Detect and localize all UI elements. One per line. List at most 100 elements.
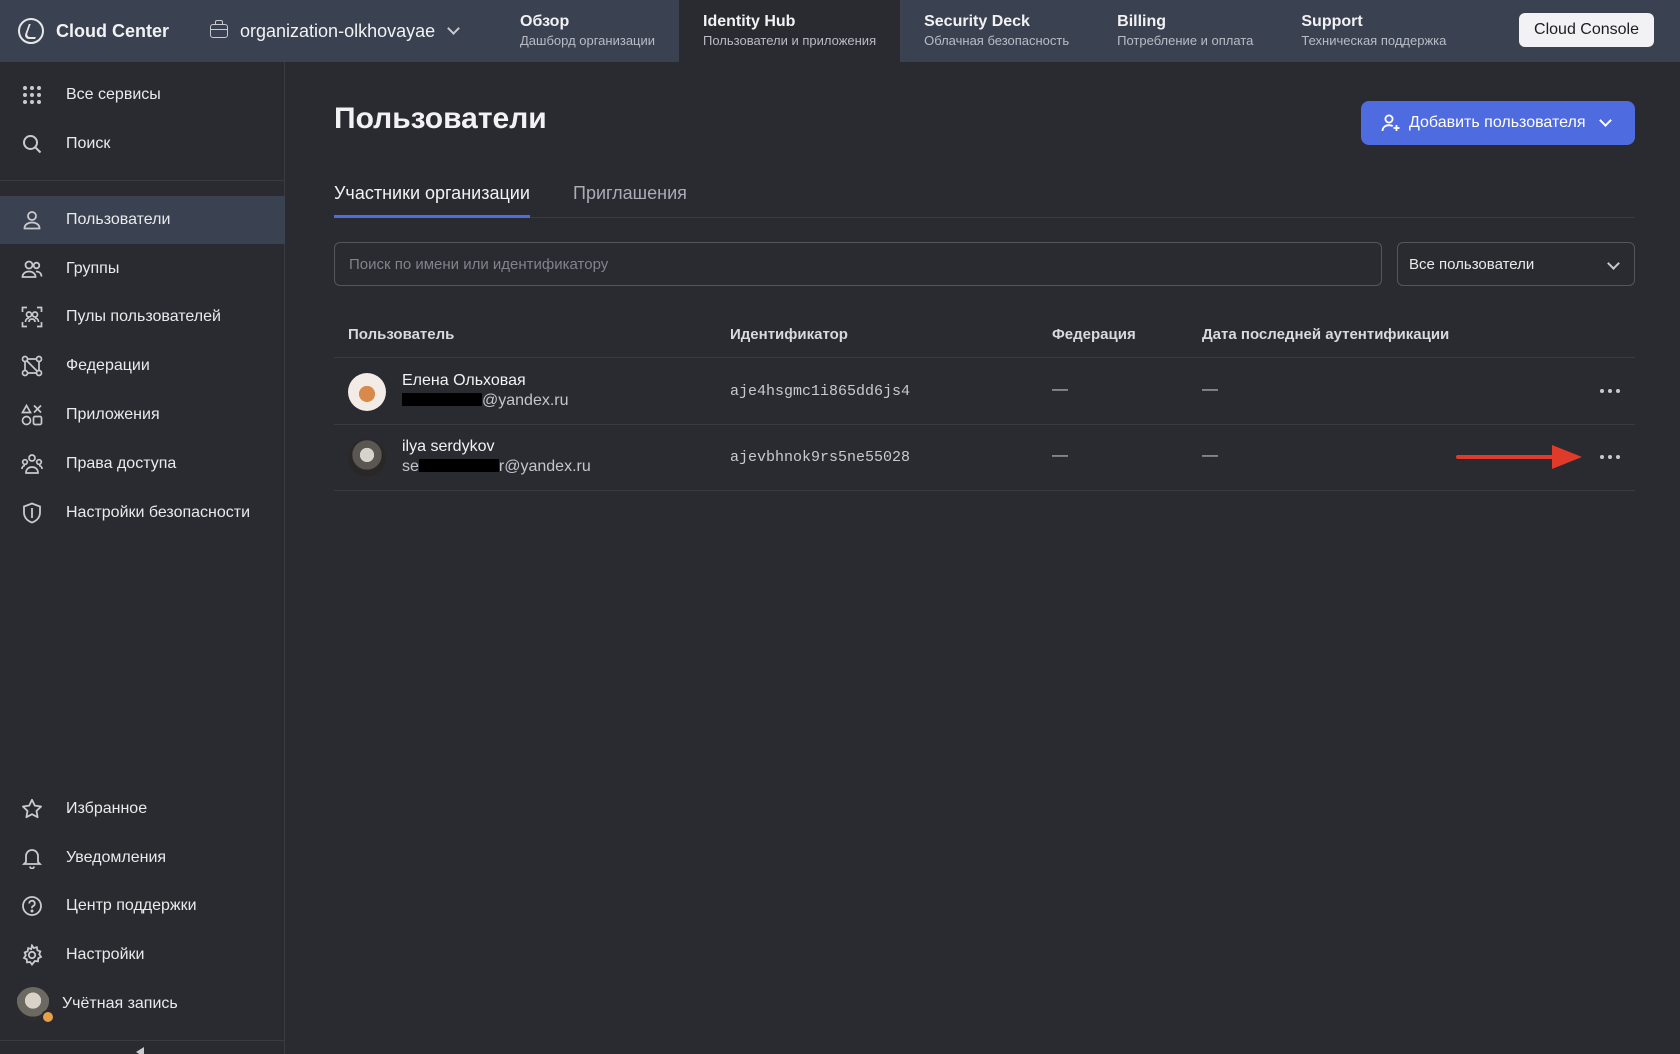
sidebar-item-label: Поиск [66, 135, 111, 152]
column-header-last-auth[interactable]: Дата последней аутентификации [1202, 326, 1449, 343]
column-header-federation[interactable]: Федерация [1052, 326, 1136, 343]
sidebar-item-label: Учётная запись [62, 995, 178, 1012]
cloud-console-button[interactable]: Cloud Console [1519, 13, 1654, 47]
table-row[interactable]: ilya serdykov se r@yandex.ru ajevbhnok9rs… [334, 425, 1635, 491]
last-auth-value: — [1202, 447, 1218, 464]
sidebar-item-label: Настройки безопасности [66, 504, 251, 521]
table-row[interactable]: Елена Ольховая @yandex.ru aje4hsgmc1i865… [334, 359, 1635, 425]
sidebar-item-label: Группы [66, 260, 120, 277]
tab-invitations[interactable]: Приглашения [573, 176, 687, 218]
redacted-block [418, 458, 499, 472]
nav-tab-subtitle: Потребление и оплата [1117, 33, 1254, 48]
avatar [16, 987, 55, 1024]
nav-tab-support[interactable]: Support Техническая поддержка [1277, 0, 1470, 62]
sidebar-item-account[interactable]: Учётная запись [0, 980, 285, 1028]
apps-icon [20, 403, 44, 427]
add-user-button[interactable]: Добавить пользователя [1361, 101, 1635, 145]
sidebar-item-apps[interactable]: Приложения [0, 391, 285, 439]
access-icon [20, 452, 44, 476]
sidebar-item-label: Пользователи [66, 211, 171, 228]
user-id: ajevbhnok9rs5ne55028 [730, 449, 911, 466]
nav-tab-title: Security Deck [924, 13, 1030, 30]
federation-value: — [1052, 381, 1068, 398]
user-name: Елена Ольховая [402, 372, 526, 389]
nav-tab-overview[interactable]: Обзор Дашборд организации [496, 0, 679, 62]
annotation-arrow [1456, 445, 1582, 469]
tab-members[interactable]: Участники организации [334, 176, 530, 218]
sidebar-item-support-center[interactable]: Центр поддержки [0, 882, 285, 930]
sidebar-item-label: Уведомления [66, 849, 167, 866]
sidebar-item-label: Настройки [66, 946, 145, 963]
sidebar-item-settings[interactable]: Настройки [0, 931, 285, 979]
user-pool-icon [20, 305, 44, 329]
nav-tab-title: Billing [1117, 13, 1167, 30]
nav-tab-security-deck[interactable]: Security Deck Облачная безопасность [900, 0, 1093, 62]
redacted-block [402, 392, 482, 406]
help-icon [20, 894, 44, 918]
avatar [348, 373, 386, 411]
top-bar: Cloud Center organization-olkhovayae Обз… [0, 0, 1680, 62]
briefcase-icon [210, 20, 228, 38]
sidebar-item-label: Пулы пользователей [66, 308, 221, 325]
sidebar-item-all-services[interactable]: Все сервисы [0, 71, 285, 119]
nav-tab-billing[interactable]: Billing Потребление и оплата [1093, 0, 1277, 62]
sidebar-item-federations[interactable]: Федерации [0, 342, 285, 390]
sidebar-item-security-settings[interactable]: Настройки безопасности [0, 489, 285, 537]
user-id: aje4hsgmc1i865dd6js4 [730, 383, 911, 400]
chevron-down-icon [1607, 257, 1620, 270]
user-filter-select[interactable]: Все пользователи [1397, 242, 1635, 286]
add-user-button-label: Добавить пользователя [1409, 114, 1586, 131]
search-input[interactable] [334, 242, 1382, 286]
bell-icon [20, 846, 44, 870]
email-suffix: @yandex.ru [482, 392, 569, 409]
user-name: ilya serdykov [402, 438, 495, 455]
chevron-down-icon [447, 22, 461, 35]
nav-tab-subtitle: Пользователи и приложения [703, 33, 877, 48]
nav-tab-identity-hub[interactable]: Identity Hub Пользователи и приложения [679, 0, 901, 62]
sidebar-item-favorites[interactable]: Избранное [0, 785, 285, 833]
sidebar-collapse-button[interactable] [0, 1040, 285, 1054]
nav-tab-subtitle: Облачная безопасность [924, 33, 1070, 48]
org-selector[interactable]: organization-olkhovayae [198, 0, 496, 62]
brand-name: Cloud Center [56, 20, 170, 41]
sidebar-item-user-pools[interactable]: Пулы пользователей [0, 293, 285, 341]
nav-tab-title: Support [1301, 13, 1363, 30]
user-filter-value: Все пользователи [1409, 255, 1535, 273]
federation-value: — [1052, 447, 1068, 464]
sidebar-item-access-rights[interactable]: Права доступа [0, 440, 285, 488]
nav-tab-subtitle: Дашборд организации [520, 33, 656, 48]
group-icon [20, 257, 44, 281]
nav-tab-subtitle: Техническая поддержка [1301, 33, 1447, 48]
sidebar-item-users[interactable]: Пользователи [0, 196, 285, 244]
brand[interactable]: Cloud Center [0, 0, 198, 62]
sidebar-item-label: Все сервисы [66, 86, 161, 103]
sidebar-item-groups[interactable]: Группы [0, 245, 285, 293]
federation-icon [20, 354, 44, 378]
user-email: se r@yandex.ru [402, 458, 591, 476]
shield-icon [20, 501, 44, 525]
column-header-user[interactable]: Пользователь [348, 326, 454, 343]
user-email: @yandex.ru [402, 392, 569, 410]
email-suffix: r@yandex.ru [498, 458, 591, 475]
user-icon [20, 208, 44, 232]
tabs: Участники организации Приглашения [334, 176, 1635, 218]
last-auth-value: — [1202, 381, 1218, 398]
sidebar-item-label: Центр поддержки [66, 897, 197, 914]
cloud-center-logo-icon [18, 18, 44, 44]
row-actions-button[interactable] [1595, 381, 1625, 401]
column-header-id[interactable]: Идентификатор [730, 326, 848, 343]
page-title: Пользователи [334, 102, 547, 135]
collapse-arrow-icon [136, 1047, 144, 1054]
row-actions-button[interactable] [1595, 447, 1625, 467]
table-header: Пользователь Идентификатор Федерация Дат… [334, 316, 1635, 358]
chevron-down-icon [1599, 114, 1613, 127]
search-icon [20, 132, 44, 156]
sidebar-item-label: Федерации [66, 357, 150, 374]
sidebar-item-notifications[interactable]: Уведомления [0, 834, 285, 882]
sidebar-item-label: Избранное [66, 800, 148, 817]
sidebar-item-search[interactable]: Поиск [0, 120, 285, 168]
org-name: organization-olkhovayae [240, 20, 436, 41]
nav-tab-title: Identity Hub [703, 13, 796, 30]
lock-badge-icon [41, 1010, 55, 1024]
nav-tab-title: Обзор [520, 13, 570, 30]
